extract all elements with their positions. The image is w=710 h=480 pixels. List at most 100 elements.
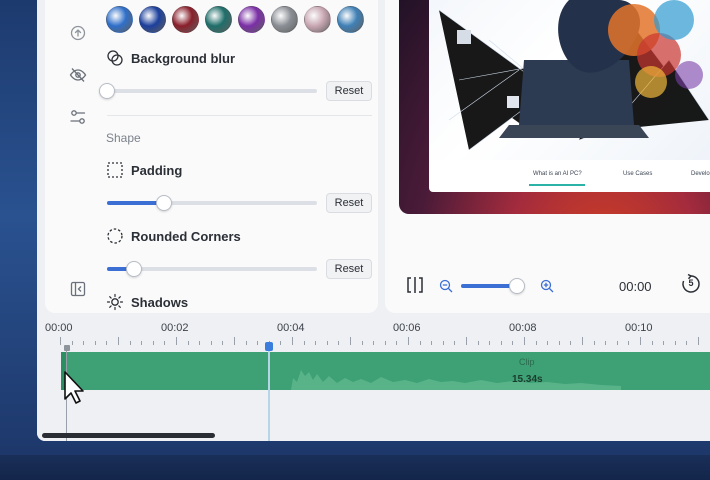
section-divider bbox=[107, 115, 372, 116]
rounded-corners-label: Rounded Corners bbox=[131, 229, 241, 244]
hide-icon[interactable] bbox=[69, 66, 87, 84]
ruler-tick bbox=[338, 341, 340, 345]
ruler-tick bbox=[419, 341, 421, 345]
upload-icon[interactable] bbox=[69, 24, 87, 42]
zoom-in-icon[interactable] bbox=[540, 279, 554, 298]
shadows-label: Shadows bbox=[131, 295, 189, 310]
ruler-tick bbox=[60, 337, 61, 345]
slider-thumb[interactable] bbox=[99, 83, 115, 99]
ruler-tick bbox=[222, 341, 224, 345]
collapse-sidebar-icon[interactable] bbox=[69, 280, 87, 298]
ruler-tick bbox=[640, 337, 641, 345]
adjustments-icon[interactable] bbox=[69, 108, 87, 126]
ruler-tick bbox=[350, 337, 351, 345]
ruler-tick bbox=[396, 341, 398, 345]
playhead-handle[interactable] bbox=[265, 342, 273, 351]
style-panel: Background blur Reset Shape Padding Rese… bbox=[45, 0, 378, 313]
ruler-tick bbox=[176, 337, 177, 345]
audio-waveform bbox=[291, 370, 621, 390]
desktop-background bbox=[0, 455, 710, 480]
background-blur-slider[interactable] bbox=[99, 83, 317, 99]
zoom-slider[interactable] bbox=[461, 278, 525, 294]
swatch-red-black[interactable] bbox=[172, 6, 199, 33]
playhead-line bbox=[268, 345, 270, 441]
ruler-tick bbox=[454, 341, 456, 345]
clip-label: Clip bbox=[519, 357, 535, 367]
ruler-tick bbox=[152, 341, 154, 345]
ruler-tick bbox=[593, 341, 595, 345]
ruler-tick bbox=[118, 337, 119, 345]
ruler-tick bbox=[698, 337, 699, 345]
shape-heading: Shape bbox=[106, 131, 141, 145]
start-marker[interactable] bbox=[64, 345, 70, 351]
ruler-label: 00:00 bbox=[45, 322, 73, 334]
ruler-tick bbox=[94, 341, 96, 345]
skip-back-button[interactable]: 5 bbox=[680, 273, 702, 295]
ruler-tick bbox=[106, 341, 108, 345]
ruler-tick bbox=[442, 341, 444, 345]
background-blur-label: Background blur bbox=[131, 51, 236, 66]
ruler-tick bbox=[257, 341, 259, 345]
ruler-tick bbox=[408, 337, 409, 345]
ruler-tick bbox=[210, 341, 212, 345]
swatch-pink-grey[interactable] bbox=[304, 6, 331, 33]
padding-slider[interactable] bbox=[107, 195, 317, 211]
clip-duration: 15.34s bbox=[512, 374, 543, 385]
ruler-tick bbox=[500, 341, 502, 345]
ruler-tick bbox=[187, 341, 189, 345]
timeline-clip[interactable]: Clip 15.34s bbox=[61, 352, 710, 390]
ruler-tick bbox=[303, 341, 305, 345]
ruler-tick bbox=[651, 341, 653, 345]
background-blur-reset-button[interactable]: Reset bbox=[326, 81, 372, 101]
ruler-tick bbox=[582, 337, 583, 345]
ruler-tick bbox=[605, 341, 607, 345]
sun-icon bbox=[106, 293, 124, 311]
preview-nav: What is an AI PC? Use Cases Develo bbox=[429, 164, 710, 188]
ruler-tick bbox=[234, 337, 235, 345]
ruler-tick bbox=[373, 341, 375, 345]
ruler-tick bbox=[292, 337, 293, 345]
ruler-tick bbox=[512, 341, 514, 345]
padding-label: Padding bbox=[131, 163, 183, 178]
ruler-tick bbox=[674, 341, 676, 345]
slider-thumb[interactable] bbox=[126, 261, 142, 277]
swatch-grey-wave[interactable] bbox=[271, 6, 298, 33]
ruler-label: 00:08 bbox=[509, 322, 537, 334]
ruler-tick bbox=[361, 341, 363, 345]
ruler-tick bbox=[489, 341, 491, 345]
ruler-tick bbox=[524, 337, 525, 345]
timeline-scrollbar[interactable] bbox=[42, 433, 215, 438]
ruler-tick bbox=[141, 341, 143, 345]
ruler-tick bbox=[686, 341, 688, 345]
ruler-tick bbox=[570, 341, 572, 345]
ruler-tick bbox=[71, 341, 73, 345]
ruler-tick bbox=[326, 341, 328, 345]
swatch-teal-blue[interactable] bbox=[337, 6, 364, 33]
ruler-label: 00:04 bbox=[277, 322, 305, 334]
zoom-out-icon[interactable] bbox=[439, 279, 453, 298]
preview-screenshot: What is an AI PC? Use Cases Develo bbox=[429, 0, 710, 192]
preview-canvas[interactable]: What is an AI PC? Use Cases Develo bbox=[399, 0, 710, 214]
swatch-blue-swirl[interactable] bbox=[139, 6, 166, 33]
ruler-tick bbox=[83, 341, 85, 345]
swatch-blue-wave[interactable] bbox=[106, 6, 133, 33]
preview-nav-item: Use Cases bbox=[623, 171, 653, 177]
preview-controls: 00:00 5 bbox=[385, 270, 710, 300]
rounded-corners-reset-button[interactable]: Reset bbox=[326, 259, 372, 279]
swatch-aurora-green[interactable] bbox=[205, 6, 232, 33]
skip-seconds: 5 bbox=[688, 278, 694, 288]
padding-icon bbox=[106, 161, 124, 179]
timeline[interactable]: 00:00 00:02 00:04 00:06 00:08 00:10 Clip 15.3… bbox=[37, 315, 710, 441]
mouse-cursor-icon bbox=[61, 369, 87, 410]
blur-icon bbox=[106, 49, 124, 67]
slider-thumb[interactable] bbox=[156, 195, 172, 211]
split-icon[interactable] bbox=[405, 276, 425, 299]
preview-panel: What is an AI PC? Use Cases Develo 00:00… bbox=[385, 0, 710, 313]
slider-thumb[interactable] bbox=[509, 278, 525, 294]
swatch-magenta-purple[interactable] bbox=[238, 6, 265, 33]
padding-reset-button[interactable]: Reset bbox=[326, 193, 372, 213]
rounded-corners-slider[interactable] bbox=[107, 261, 317, 277]
ruler-tick bbox=[558, 341, 560, 345]
ruler-tick bbox=[315, 341, 317, 345]
ruler-tick bbox=[164, 341, 166, 345]
